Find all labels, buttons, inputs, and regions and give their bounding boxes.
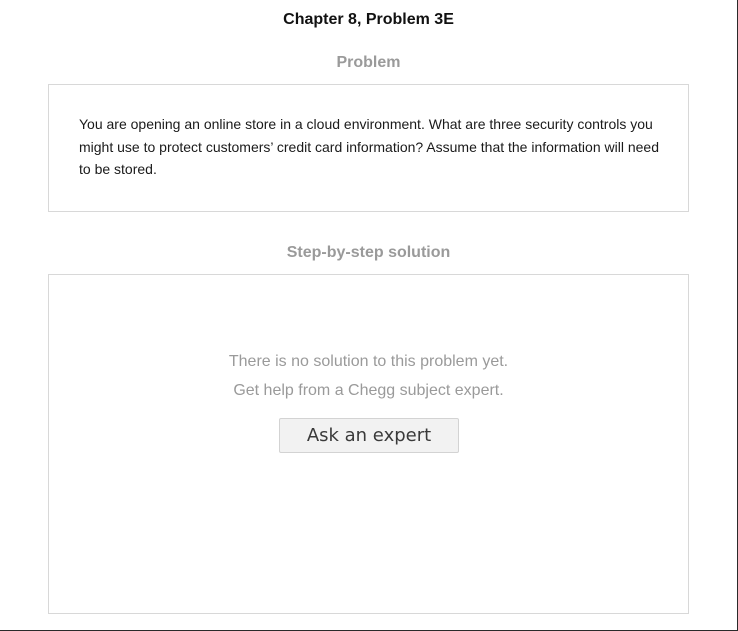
- no-solution-message: There is no solution to this problem yet…: [228, 353, 509, 370]
- problem-heading: Problem: [336, 54, 401, 71]
- solution-heading: Step-by-step solution: [286, 244, 451, 261]
- page-frame: Chapter 8, Problem 3E Problem You are op…: [0, 0, 738, 631]
- get-help-message: Get help from a Chegg subject expert.: [233, 382, 504, 399]
- page-title: Chapter 8, Problem 3E: [283, 11, 454, 28]
- problem-text: You are opening an online store in a clo…: [79, 116, 659, 177]
- solution-box: There is no solution to this problem yet…: [48, 274, 689, 614]
- ask-an-expert-button[interactable]: Ask an expert: [279, 418, 459, 453]
- problem-box: You are opening an online store in a clo…: [48, 84, 689, 212]
